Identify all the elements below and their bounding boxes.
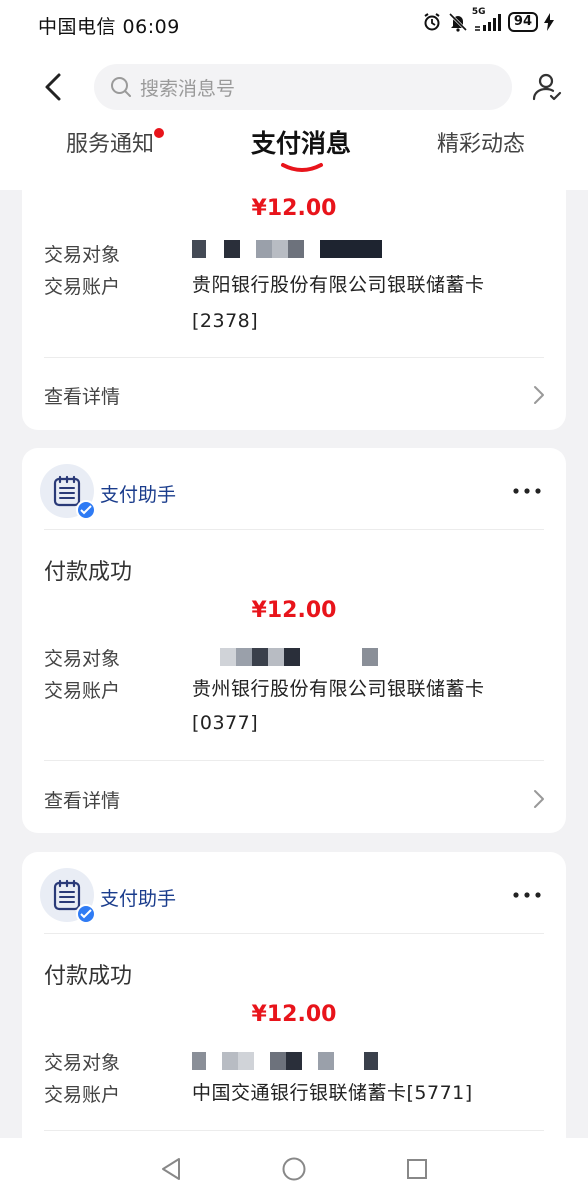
divider: [44, 1130, 544, 1131]
nav-home-button[interactable]: [281, 1156, 307, 1182]
chevron-right-icon[interactable]: [532, 788, 546, 810]
tab-bar: 服务通知 支付消息 精彩动态: [0, 116, 588, 176]
tab-highlights[interactable]: 精彩动态: [437, 126, 525, 158]
verified-badge-icon: [76, 500, 96, 520]
nav-home-icon: [282, 1157, 306, 1181]
message-list: ¥12.00 交易对象 交易账户 贵阳银行股份有限公司银联储蓄卡 [2378] …: [0, 190, 588, 1138]
tab-label: 精彩动态: [437, 132, 526, 157]
amount: ¥12.00: [251, 598, 337, 623]
account-value: 贵阳银行股份有限公司银联储蓄卡: [192, 274, 485, 296]
search-bar[interactable]: 搜索消息号: [94, 64, 512, 110]
status-bar: 中国电信 06:09 5G 94: [0, 0, 588, 50]
unread-dot: [154, 128, 165, 138]
row-label: 交易账户: [44, 276, 121, 298]
chevron-right-icon[interactable]: [532, 384, 546, 406]
payment-card: ¥12.00 交易对象 交易账户 贵阳银行股份有限公司银联储蓄卡 [2378] …: [22, 190, 566, 430]
active-tab-indicator: [281, 163, 323, 172]
more-icon: [513, 488, 541, 494]
nav-recent-icon: [407, 1159, 427, 1179]
sender-name[interactable]: 支付助手: [100, 480, 176, 507]
row-label: 交易对象: [44, 1052, 121, 1074]
payment-status: 付款成功: [44, 560, 133, 585]
system-nav-bar: [0, 1138, 588, 1200]
account-value: 贵州银行股份有限公司银联储蓄卡: [192, 678, 485, 700]
status-icons: 5G 94: [422, 7, 554, 32]
redacted-counterparty: [192, 1052, 378, 1070]
view-details-link[interactable]: 查看详情: [44, 786, 120, 813]
header: 搜索消息号 服务通知 支付消息 精彩动态: [0, 50, 588, 190]
sender-avatar[interactable]: [40, 464, 96, 520]
tab-label: 服务通知: [66, 132, 155, 157]
tab-label: 支付消息: [251, 129, 352, 158]
alarm-icon: [422, 12, 442, 32]
sender-avatar[interactable]: [40, 868, 96, 924]
more-options-button[interactable]: [510, 476, 544, 506]
card-header: 支付助手: [40, 448, 544, 530]
account-suffix: [0377]: [192, 712, 259, 734]
verified-badge-icon: [76, 904, 96, 924]
divider: [44, 357, 544, 358]
nav-back-button[interactable]: [158, 1156, 184, 1182]
payment-card: 支付助手 付款成功 ¥12.00 交易对象 交易账户 贵州银行股份有限公司银联储…: [22, 448, 566, 833]
amount: ¥12.00: [251, 1002, 337, 1027]
row-label: 交易账户: [44, 680, 121, 702]
user-settings-button[interactable]: [528, 68, 566, 106]
nav-recent-button[interactable]: [404, 1156, 430, 1182]
receipt-icon: [53, 879, 81, 911]
sender-name[interactable]: 支付助手: [100, 884, 176, 911]
card-header: 支付助手: [40, 852, 544, 934]
redacted-counterparty: [192, 240, 382, 258]
tab-service-notice[interactable]: 服务通知: [66, 126, 165, 158]
more-options-button[interactable]: [510, 880, 544, 910]
view-details-link[interactable]: 查看详情: [44, 382, 120, 409]
account-value: 中国交通银行银联储蓄卡[5771]: [192, 1082, 473, 1104]
search-icon: [111, 77, 131, 97]
battery-level: 94: [513, 14, 532, 29]
receipt-icon: [53, 475, 81, 507]
back-arrow-icon: [45, 73, 61, 101]
row-label: 交易对象: [44, 648, 121, 670]
row-label: 交易对象: [44, 244, 121, 266]
charging-icon: [544, 13, 554, 31]
mute-icon: [448, 12, 468, 32]
user-settings-icon: [532, 73, 562, 101]
divider: [44, 760, 544, 761]
signal-icon: 5G: [472, 7, 502, 31]
payment-card: 支付助手 付款成功 ¥12.00 交易对象 交易账户 中国交通银行银联储蓄卡[5…: [22, 852, 566, 1138]
search-placeholder: 搜索消息号: [140, 77, 236, 100]
redacted-counterparty: [220, 648, 378, 666]
network-label: 5G: [471, 7, 486, 17]
carrier-time: 中国电信 06:09: [38, 16, 180, 38]
back-button[interactable]: [36, 70, 70, 104]
payment-status: 付款成功: [44, 964, 133, 989]
more-icon: [513, 892, 541, 898]
tab-payment-messages[interactable]: 支付消息: [251, 124, 351, 160]
nav-back-icon: [162, 1158, 180, 1180]
row-label: 交易账户: [44, 1084, 121, 1106]
amount: ¥12.00: [251, 196, 337, 221]
battery-indicator: 94: [507, 12, 538, 32]
account-suffix: [2378]: [192, 310, 259, 332]
